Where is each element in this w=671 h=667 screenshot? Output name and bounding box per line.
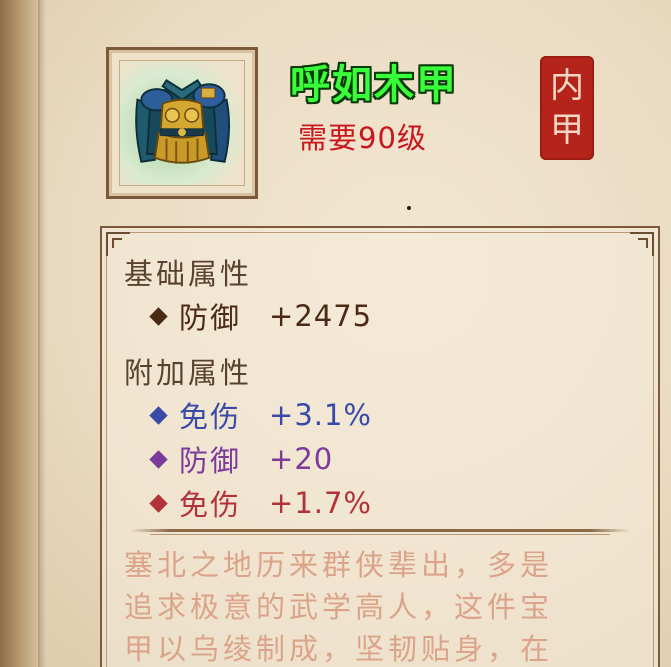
base-attributes-title: 基础属性 — [124, 257, 253, 291]
section-divider — [130, 529, 630, 535]
diamond-icon — [149, 405, 168, 425]
level-requirement: 需要90级 — [298, 121, 427, 155]
seal-char-1: 内 — [550, 66, 584, 106]
item-description: 塞北之地历来群侠辈出，多是 追求极意的武学高人，这件宝 甲以乌绫制成，坚韧贴身，… — [124, 548, 554, 666]
seal-char-2: 甲 — [550, 110, 584, 150]
stat-name: 免伤 — [179, 400, 242, 434]
diamond-icon — [149, 449, 168, 469]
item-tooltip: 呼如木甲 需要90级 内 甲 基础属性 防御 +2475 附加属性 免伤 +3.… — [0, 0, 671, 667]
stat-value: +3.1% — [269, 398, 372, 432]
diamond-icon — [149, 306, 168, 326]
equipment-type-seal: 内 甲 — [540, 56, 594, 160]
stat-name: 防御 — [179, 444, 242, 478]
panel-corner-ornament — [630, 232, 654, 256]
stat-name: 防御 — [179, 301, 242, 335]
extra-stat-row: 防御 +20 — [148, 438, 333, 480]
extra-attributes-title: 附加属性 — [124, 356, 253, 390]
stat-name: 免伤 — [179, 488, 242, 522]
stat-value: +1.7% — [269, 486, 372, 520]
item-name: 呼如木甲 — [290, 62, 458, 108]
base-stat-row: 防御 +2475 — [148, 295, 372, 337]
armor-icon — [119, 60, 245, 186]
scroll-edge — [0, 0, 46, 667]
extra-stat-row: 免伤 +1.7% — [148, 482, 372, 524]
diamond-icon — [149, 493, 168, 513]
stat-value: +2475 — [269, 299, 373, 333]
stat-value: +20 — [269, 442, 334, 476]
decor-dot — [407, 206, 411, 210]
item-icon-frame[interactable] — [106, 47, 258, 199]
extra-stat-row: 免伤 +3.1% — [148, 394, 372, 436]
